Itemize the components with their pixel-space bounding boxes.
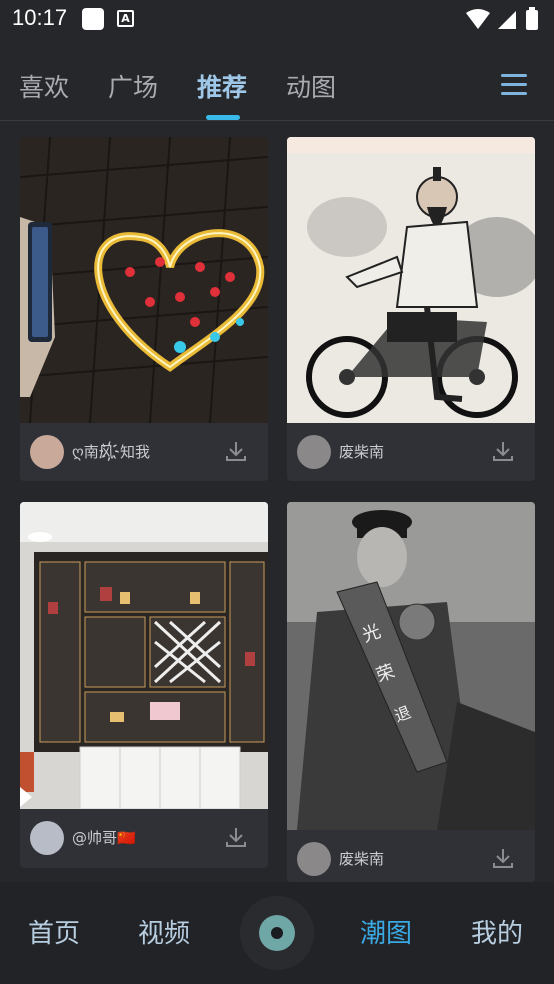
status-icons bbox=[466, 7, 538, 30]
feed-card[interactable]: 光 荣 退 废柴南 bbox=[287, 502, 535, 882]
download-icon[interactable] bbox=[224, 439, 248, 463]
menu-icon[interactable] bbox=[501, 74, 527, 96]
author-name[interactable]: @帅哥🇨🇳 bbox=[72, 827, 136, 848]
card-footer: ღ南风҉知我 bbox=[20, 423, 268, 481]
feed-card[interactable]: ღ南风҉知我 bbox=[20, 137, 268, 481]
avatar[interactable] bbox=[30, 435, 64, 469]
avatar[interactable] bbox=[30, 821, 64, 855]
notification-square-icon bbox=[82, 8, 104, 30]
tab-recommended[interactable]: 推荐 bbox=[197, 68, 247, 104]
tab-likes[interactable]: 喜欢 bbox=[19, 68, 69, 104]
top-tab-bar: 喜欢 广场 推荐 动图 bbox=[0, 62, 554, 120]
author-name[interactable]: 废柴南 bbox=[339, 848, 384, 869]
status-bar: 10:17 A bbox=[0, 0, 554, 40]
author-name[interactable]: 废柴南 bbox=[339, 441, 384, 462]
card-footer: @帅哥🇨🇳 bbox=[20, 809, 268, 867]
download-icon[interactable] bbox=[491, 846, 515, 870]
bw-man-sash-photo[interactable]: 光 荣 退 bbox=[287, 502, 535, 830]
music-disc-hole bbox=[271, 927, 283, 939]
wifi-icon bbox=[466, 9, 490, 29]
card-footer: 废柴南 bbox=[287, 423, 535, 481]
heart-candles-photo[interactable] bbox=[20, 137, 268, 423]
tab-square[interactable]: 广场 bbox=[108, 68, 158, 104]
a-badge-icon: A bbox=[117, 10, 134, 27]
header-divider bbox=[0, 120, 554, 121]
feed-card[interactable]: 废柴南 bbox=[287, 137, 535, 481]
nav-video[interactable]: 视频 bbox=[138, 913, 190, 950]
nav-trend-images[interactable]: 潮图 bbox=[360, 913, 412, 950]
bottom-nav: 首页 视频 潮图 我的 bbox=[0, 882, 554, 984]
download-icon[interactable] bbox=[224, 825, 248, 849]
author-name[interactable]: ღ南风҉知我 bbox=[72, 441, 150, 462]
nav-mine[interactable]: 我的 bbox=[471, 913, 523, 950]
feed-card[interactable]: @帅哥🇨🇳 bbox=[20, 502, 268, 868]
nav-home[interactable]: 首页 bbox=[28, 913, 80, 950]
status-time: 10:17 bbox=[12, 5, 68, 30]
avatar[interactable] bbox=[297, 435, 331, 469]
ink-warrior-motorcycle-drawing[interactable] bbox=[287, 137, 535, 423]
display-cabinet-photo[interactable] bbox=[20, 502, 268, 809]
battery-icon bbox=[526, 10, 538, 30]
card-footer: 废柴南 bbox=[287, 830, 535, 882]
avatar[interactable] bbox=[297, 842, 331, 876]
signal-icon bbox=[498, 11, 516, 29]
tab-animated[interactable]: 动图 bbox=[286, 68, 336, 104]
download-icon[interactable] bbox=[491, 439, 515, 463]
